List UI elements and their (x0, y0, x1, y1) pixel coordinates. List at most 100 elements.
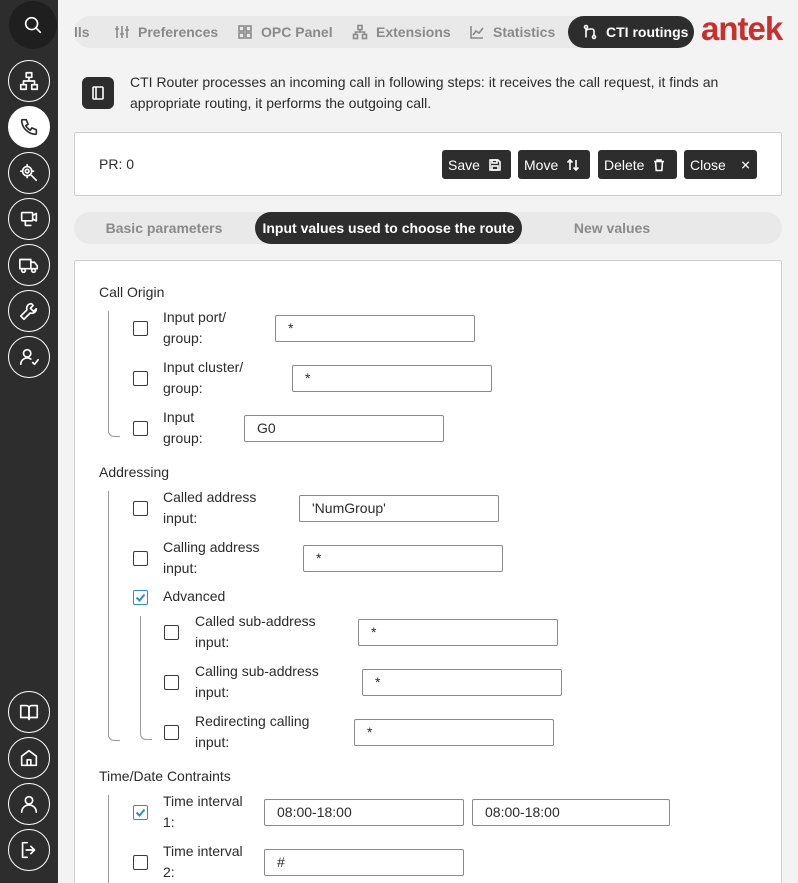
redirecting-calling-field[interactable]: * (354, 719, 554, 746)
save-button[interactable]: Save (442, 150, 511, 179)
sidebar-profile-button[interactable] (8, 783, 50, 825)
nav-item-label: Statistics (493, 24, 556, 40)
redirecting-calling-checkbox[interactable] (164, 725, 179, 740)
user-icon (20, 795, 38, 814)
nav-item-label: Preferences (138, 24, 219, 40)
advanced-label: Advanced (163, 588, 226, 604)
time-interval-1-start-field[interactable]: 08:00-18:00 (264, 799, 464, 826)
top-navigation: lls Preferences OPC Panel Extensions Sta… (74, 16, 694, 48)
nav-item-label: OPC Panel (261, 24, 333, 40)
call-origin-bracket (108, 311, 120, 437)
gear-wrench-icon (19, 163, 38, 182)
book-icon (19, 704, 39, 721)
called-subaddress-checkbox[interactable] (164, 625, 179, 640)
sidebar-phone-button[interactable] (8, 106, 50, 148)
camera-icon (20, 211, 38, 227)
tab-new-values[interactable]: New values (542, 212, 682, 244)
search-icon (24, 16, 42, 34)
calling-subaddress-label: Calling sub-address input: (195, 663, 319, 700)
nav-item-label: lls (74, 24, 90, 40)
time-interval-2-field[interactable]: # (264, 849, 464, 876)
called-address-label: Called address input: (163, 489, 257, 526)
close-button-label: Close (690, 156, 726, 173)
sidebar-truck-button[interactable] (8, 244, 50, 286)
time-interval-1-end-field[interactable]: 08:00-18:00 (472, 799, 670, 826)
nav-item-opc-panel[interactable]: OPC Panel (237, 16, 333, 48)
check-icon (135, 808, 146, 817)
tab-basic-parameters[interactable]: Basic parameters (94, 212, 234, 244)
section-addressing-title: Addressing (99, 464, 170, 480)
user-settings-icon (19, 348, 39, 366)
sort-arrows-icon (567, 158, 580, 171)
logo: antek (701, 10, 783, 47)
addressing-bracket (108, 491, 120, 741)
check-icon (135, 593, 146, 602)
input-group-field[interactable]: G0 (244, 415, 444, 442)
calling-address-checkbox[interactable] (133, 551, 148, 566)
calling-address-label: Calling address input: (163, 539, 260, 576)
calling-address-field[interactable]: * (303, 545, 503, 572)
input-cluster-field[interactable]: * (292, 365, 492, 392)
advanced-checkbox[interactable] (133, 590, 148, 605)
input-port-label: Input port/group: (163, 309, 227, 346)
called-address-checkbox[interactable] (133, 501, 148, 516)
sidebar-logout-button[interactable] (8, 829, 50, 871)
redirecting-calling-label: Redirecting calling input: (195, 713, 310, 750)
close-icon (741, 160, 750, 169)
nav-item-preferences[interactable]: Preferences (114, 16, 218, 48)
logout-icon (21, 841, 36, 859)
delete-button-label: Delete (604, 156, 645, 173)
time-interval-1-label: Time interval 1: (163, 793, 243, 830)
input-port-checkbox[interactable] (133, 321, 148, 336)
chart-icon (470, 26, 484, 39)
sliders-icon (115, 26, 129, 38)
called-address-field[interactable]: 'NumGroup' (299, 495, 499, 522)
sidebar-network-button[interactable] (8, 60, 50, 102)
sidebar (0, 0, 58, 883)
floppy-icon (489, 158, 501, 171)
input-cluster-checkbox[interactable] (133, 371, 148, 386)
time-interval-2-label: Time interval 2: (163, 843, 243, 880)
called-subaddress-field[interactable]: * (358, 619, 558, 646)
nav-item-statistics[interactable]: Statistics (469, 16, 555, 48)
grid-icon (238, 25, 252, 39)
move-button-label: Move (524, 156, 559, 173)
search-button[interactable] (9, 1, 57, 49)
time-interval-1-checkbox[interactable] (133, 805, 148, 820)
time-bracket (108, 795, 120, 883)
calling-subaddress-checkbox[interactable] (164, 675, 179, 690)
sidebar-wrench-button[interactable] (8, 290, 50, 332)
network-icon (19, 71, 39, 91)
input-group-label: Input group: (163, 409, 203, 446)
routing-icon (583, 24, 597, 40)
section-call-origin-title: Call Origin (99, 284, 165, 300)
nav-item-calls[interactable]: lls (74, 16, 90, 48)
tab-bar: Basic parameters Input values used to ch… (74, 212, 782, 244)
input-values-form: Call Origin Input port/group: * Input cl… (74, 260, 782, 883)
sidebar-home-button[interactable] (8, 737, 50, 779)
sidebar-tools-button[interactable] (8, 152, 50, 194)
advanced-bracket (140, 616, 152, 740)
close-button[interactable]: Close (684, 150, 757, 179)
time-interval-2-checkbox[interactable] (133, 855, 148, 870)
input-port-field[interactable]: * (275, 315, 475, 342)
sidebar-user-settings-button[interactable] (8, 336, 50, 378)
called-subaddress-label: Called sub-address input: (195, 613, 316, 650)
info-book-icon (82, 77, 114, 109)
tab-input-values[interactable]: Input values used to choose the route (255, 212, 522, 244)
nav-item-extensions[interactable]: Extensions (352, 16, 451, 48)
pr-label: PR: 0 (99, 156, 135, 172)
truck-icon (19, 258, 39, 274)
save-button-label: Save (448, 156, 480, 173)
delete-button[interactable]: Delete (598, 150, 677, 179)
nav-item-label: Extensions (376, 24, 451, 40)
phone-icon (20, 118, 38, 136)
nav-item-cti-routings[interactable]: CTI routings (568, 16, 694, 48)
calling-subaddress-field[interactable]: * (362, 669, 562, 696)
sidebar-docs-button[interactable] (8, 691, 50, 733)
info-text: CTI Router processes an incoming call in… (130, 74, 719, 111)
input-group-checkbox[interactable] (133, 421, 148, 436)
home-icon (20, 749, 38, 767)
move-button[interactable]: Move (518, 150, 590, 179)
sidebar-camera-button[interactable] (8, 198, 50, 240)
